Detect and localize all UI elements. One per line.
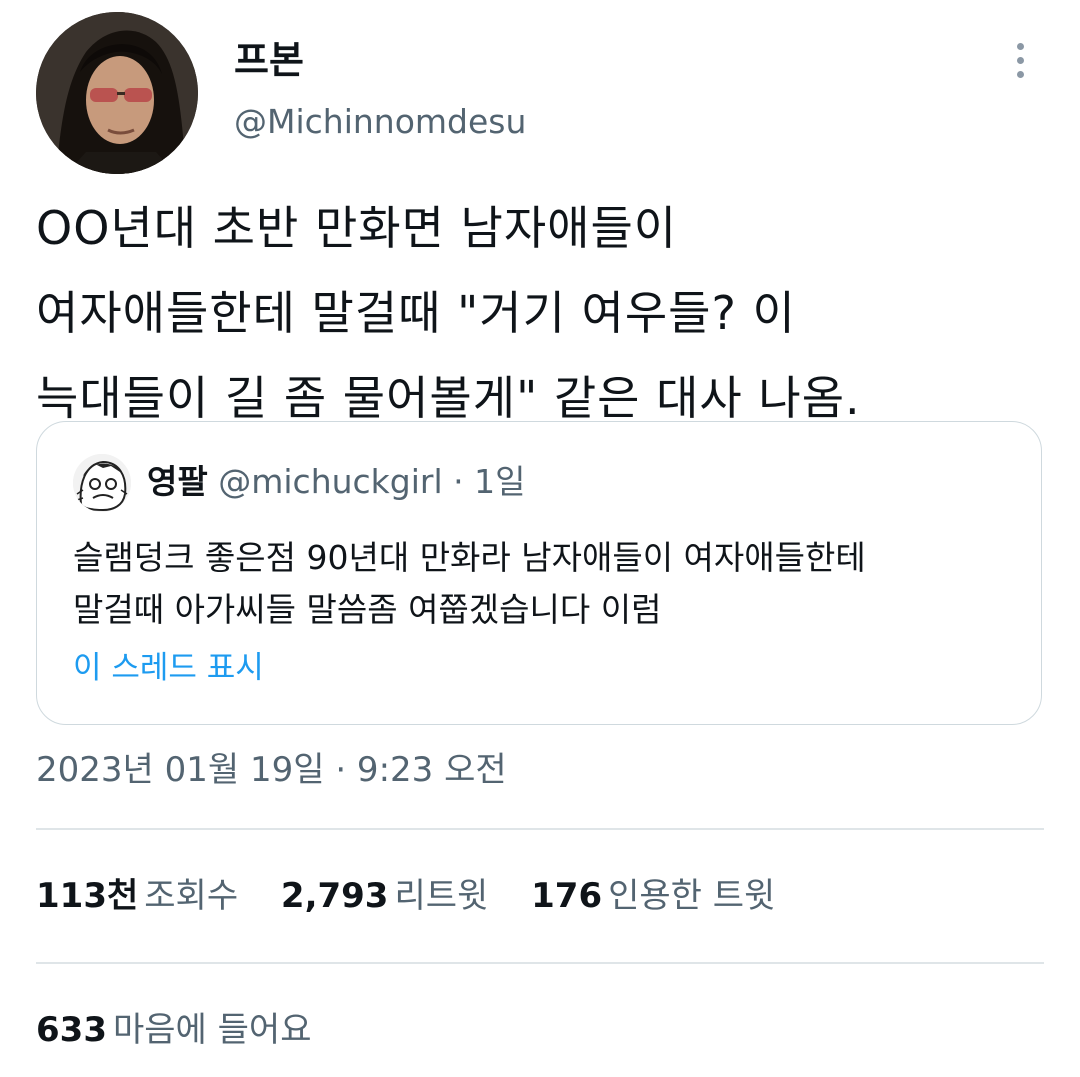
more-dot: [1016, 42, 1024, 50]
views-count: 113천: [36, 876, 139, 916]
more-dot: [1016, 56, 1024, 64]
retweets-label: 리트윗: [394, 876, 489, 916]
quote-avatar-image: [73, 454, 131, 512]
more-vertical-icon[interactable]: [1000, 34, 1040, 86]
quote-text: 슬램덩크 좋은점 90년대 만화라 남자애들이 여자애들한테 말걸때 아가씨들 …: [73, 538, 866, 629]
views-stat[interactable]: 113천 조회수: [36, 874, 238, 918]
quotes-count: 176: [531, 876, 603, 916]
quote-author-handle[interactable]: @michuckgirl: [218, 462, 442, 501]
likes-label: 마음에 들어요: [112, 1010, 312, 1050]
author-handle[interactable]: @Michinnomdesu: [234, 100, 526, 144]
retweets-count: 2,793: [280, 876, 389, 916]
show-thread-link[interactable]: 이 스레드 표시: [73, 648, 264, 688]
quote-time[interactable]: 1일: [474, 462, 525, 501]
tweet-timestamp[interactable]: 2023년 01월 19일 · 9:23 오전: [36, 748, 507, 792]
more-dot: [1016, 70, 1024, 78]
avatar-image: [36, 12, 198, 174]
views-label: 조회수: [144, 876, 239, 916]
quote-tweet-card[interactable]: 영팔 @michuckgirl · 1일 슬램덩크 좋은점 90년대 만화라 남…: [36, 421, 1042, 725]
quote-separator: ·: [453, 462, 464, 501]
retweets-stat[interactable]: 2,793 리트윗: [281, 874, 488, 918]
tweet-text: OO년대 초반 만화면 남자애들이 여자애들한테 말걸때 "거기 여우들? 이 …: [36, 201, 861, 425]
author-name[interactable]: 프본: [234, 38, 304, 82]
likes-stat[interactable]: 633 마음에 들어요: [36, 1008, 311, 1052]
author-avatar[interactable]: [36, 12, 198, 174]
quote-author-name[interactable]: 영팔: [147, 462, 208, 501]
divider: [36, 962, 1044, 964]
quote-author-avatar[interactable]: [73, 454, 131, 512]
quote-header: 영팔 @michuckgirl · 1일: [147, 462, 526, 502]
quotes-stat[interactable]: 176 인용한 트윗: [531, 874, 775, 918]
stats-row: 113천 조회수 2,793 리트윗 176 인용한 트윗: [36, 874, 807, 918]
divider: [36, 828, 1044, 830]
quotes-label: 인용한 트윗: [608, 876, 776, 916]
likes-count: 633: [36, 1010, 107, 1050]
